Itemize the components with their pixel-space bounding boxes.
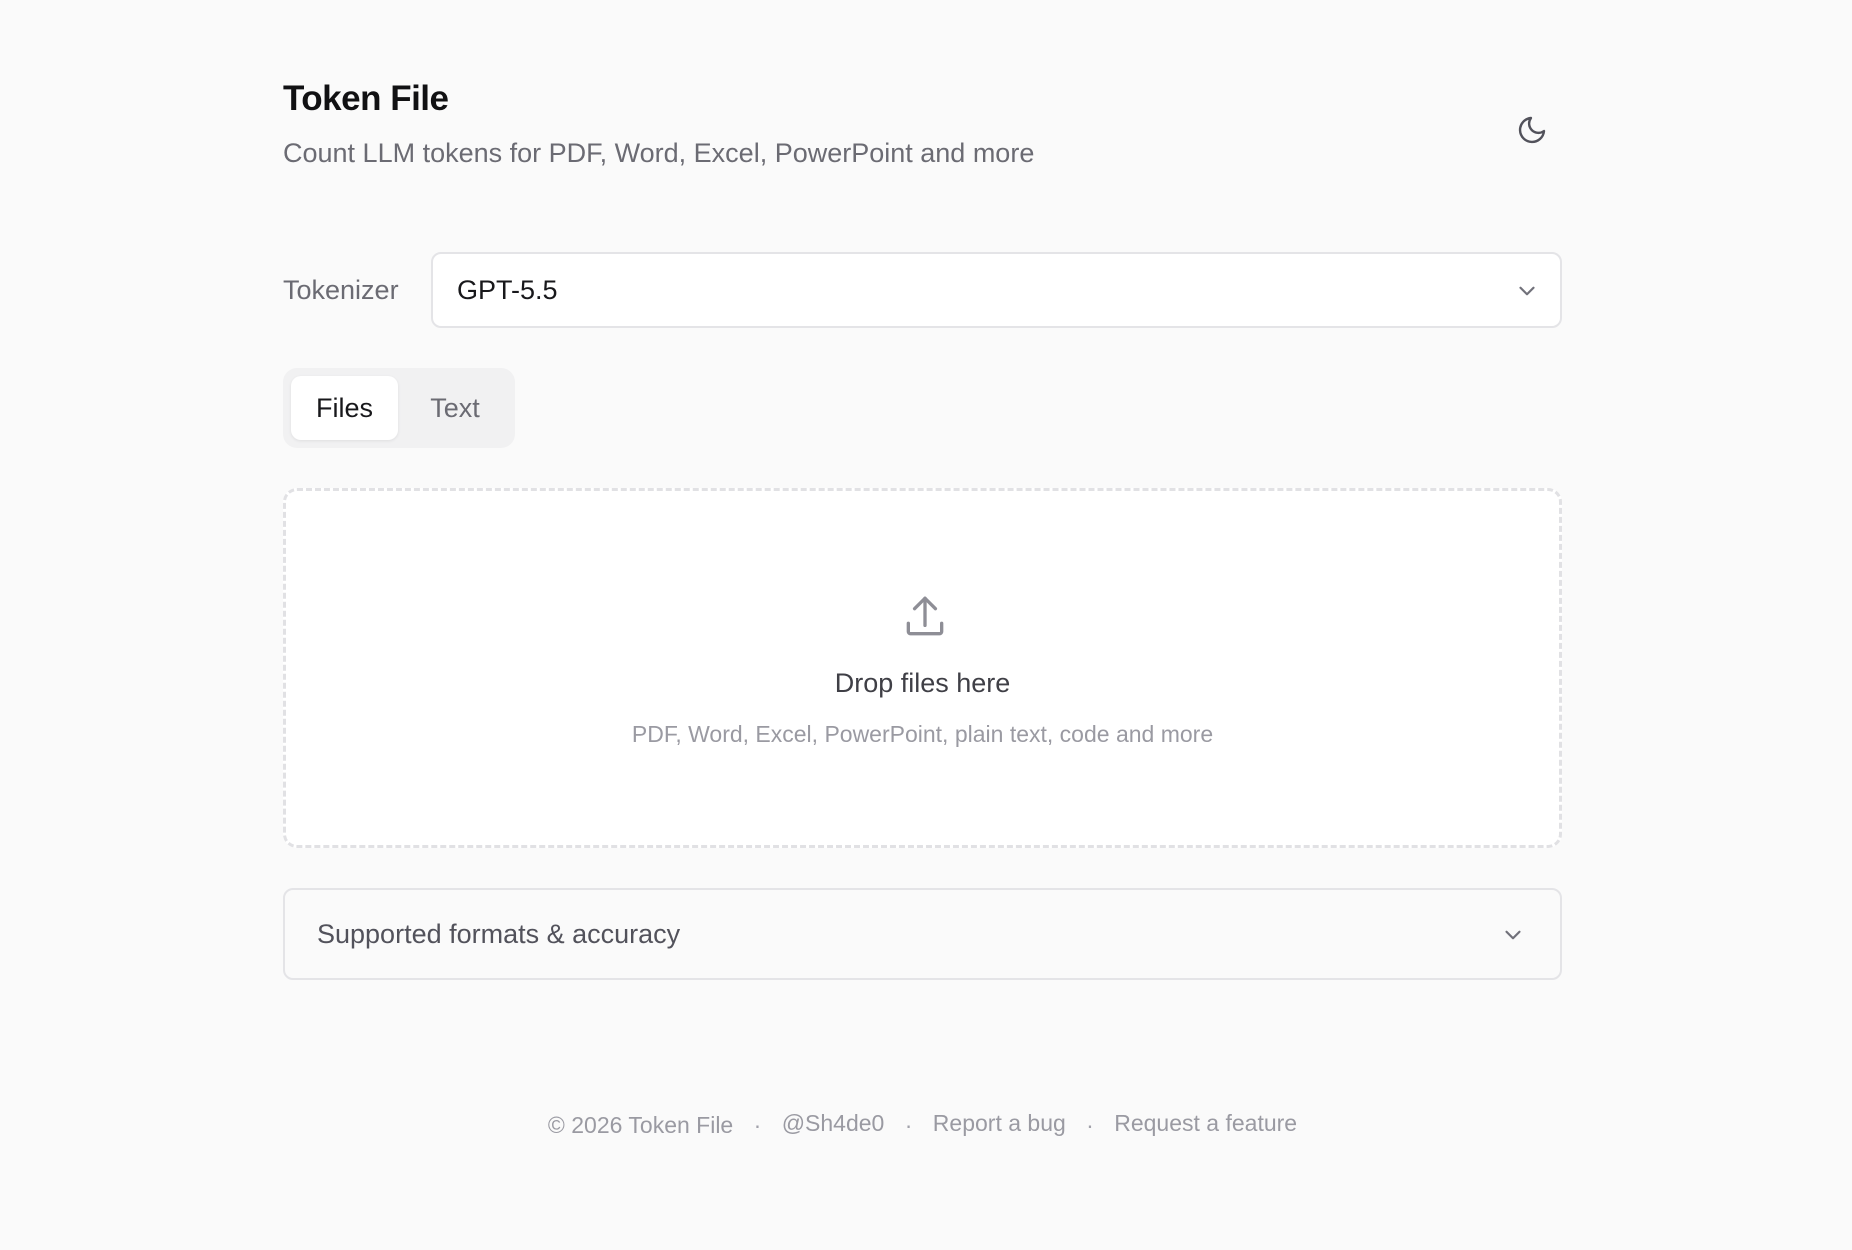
tab-files[interactable]: Files	[291, 376, 398, 440]
tab-text[interactable]: Text	[403, 376, 507, 440]
input-mode-tabs: Files Text	[283, 368, 515, 448]
page-subtitle: Count LLM tokens for PDF, Word, Excel, P…	[283, 138, 1035, 168]
footer-separator: ·	[753, 1111, 762, 1138]
accordion-label: Supported formats & accuracy	[317, 919, 681, 949]
tokenizer-select[interactable]: GPT-5.5	[431, 252, 1562, 328]
footer: © 2026 Token File · @Sh4de0 · Report a b…	[283, 1108, 1562, 1140]
request-feature-link[interactable]: Request a feature	[1114, 1110, 1297, 1136]
theme-toggle-button[interactable]	[1502, 100, 1562, 160]
tokenizer-row: Tokenizer GPT-5.5	[283, 252, 1562, 328]
page-title: Token File	[283, 79, 449, 118]
tokenizer-label: Tokenizer	[283, 275, 399, 305]
chevron-down-icon	[1519, 286, 1535, 296]
dropzone-hint: PDF, Word, Excel, PowerPoint, plain text…	[631, 721, 1214, 747]
footer-copyright: © 2026 Token File	[547, 1111, 734, 1138]
footer-author-link[interactable]: @Sh4de0	[782, 1110, 885, 1136]
upload-icon	[906, 596, 944, 636]
dropzone-title: Drop files here	[834, 668, 1011, 698]
file-dropzone[interactable]: Drop files here PDF, Word, Excel, PowerP…	[283, 488, 1562, 848]
moon-icon	[1518, 116, 1546, 144]
tokenizer-selected-value: GPT-5.5	[457, 275, 558, 305]
page-header: Token File Count LLM tokens for PDF, Wor…	[283, 78, 1562, 178]
page-container: Token File Count LLM tokens for PDF, Wor…	[283, 0, 1562, 1250]
footer-separator: ·	[1086, 1111, 1094, 1138]
supported-formats-accordion[interactable]: Supported formats & accuracy	[283, 888, 1562, 980]
report-bug-link[interactable]: Report a bug	[933, 1110, 1066, 1136]
footer-separator: ·	[904, 1111, 913, 1138]
chevron-down-icon	[1505, 930, 1521, 940]
